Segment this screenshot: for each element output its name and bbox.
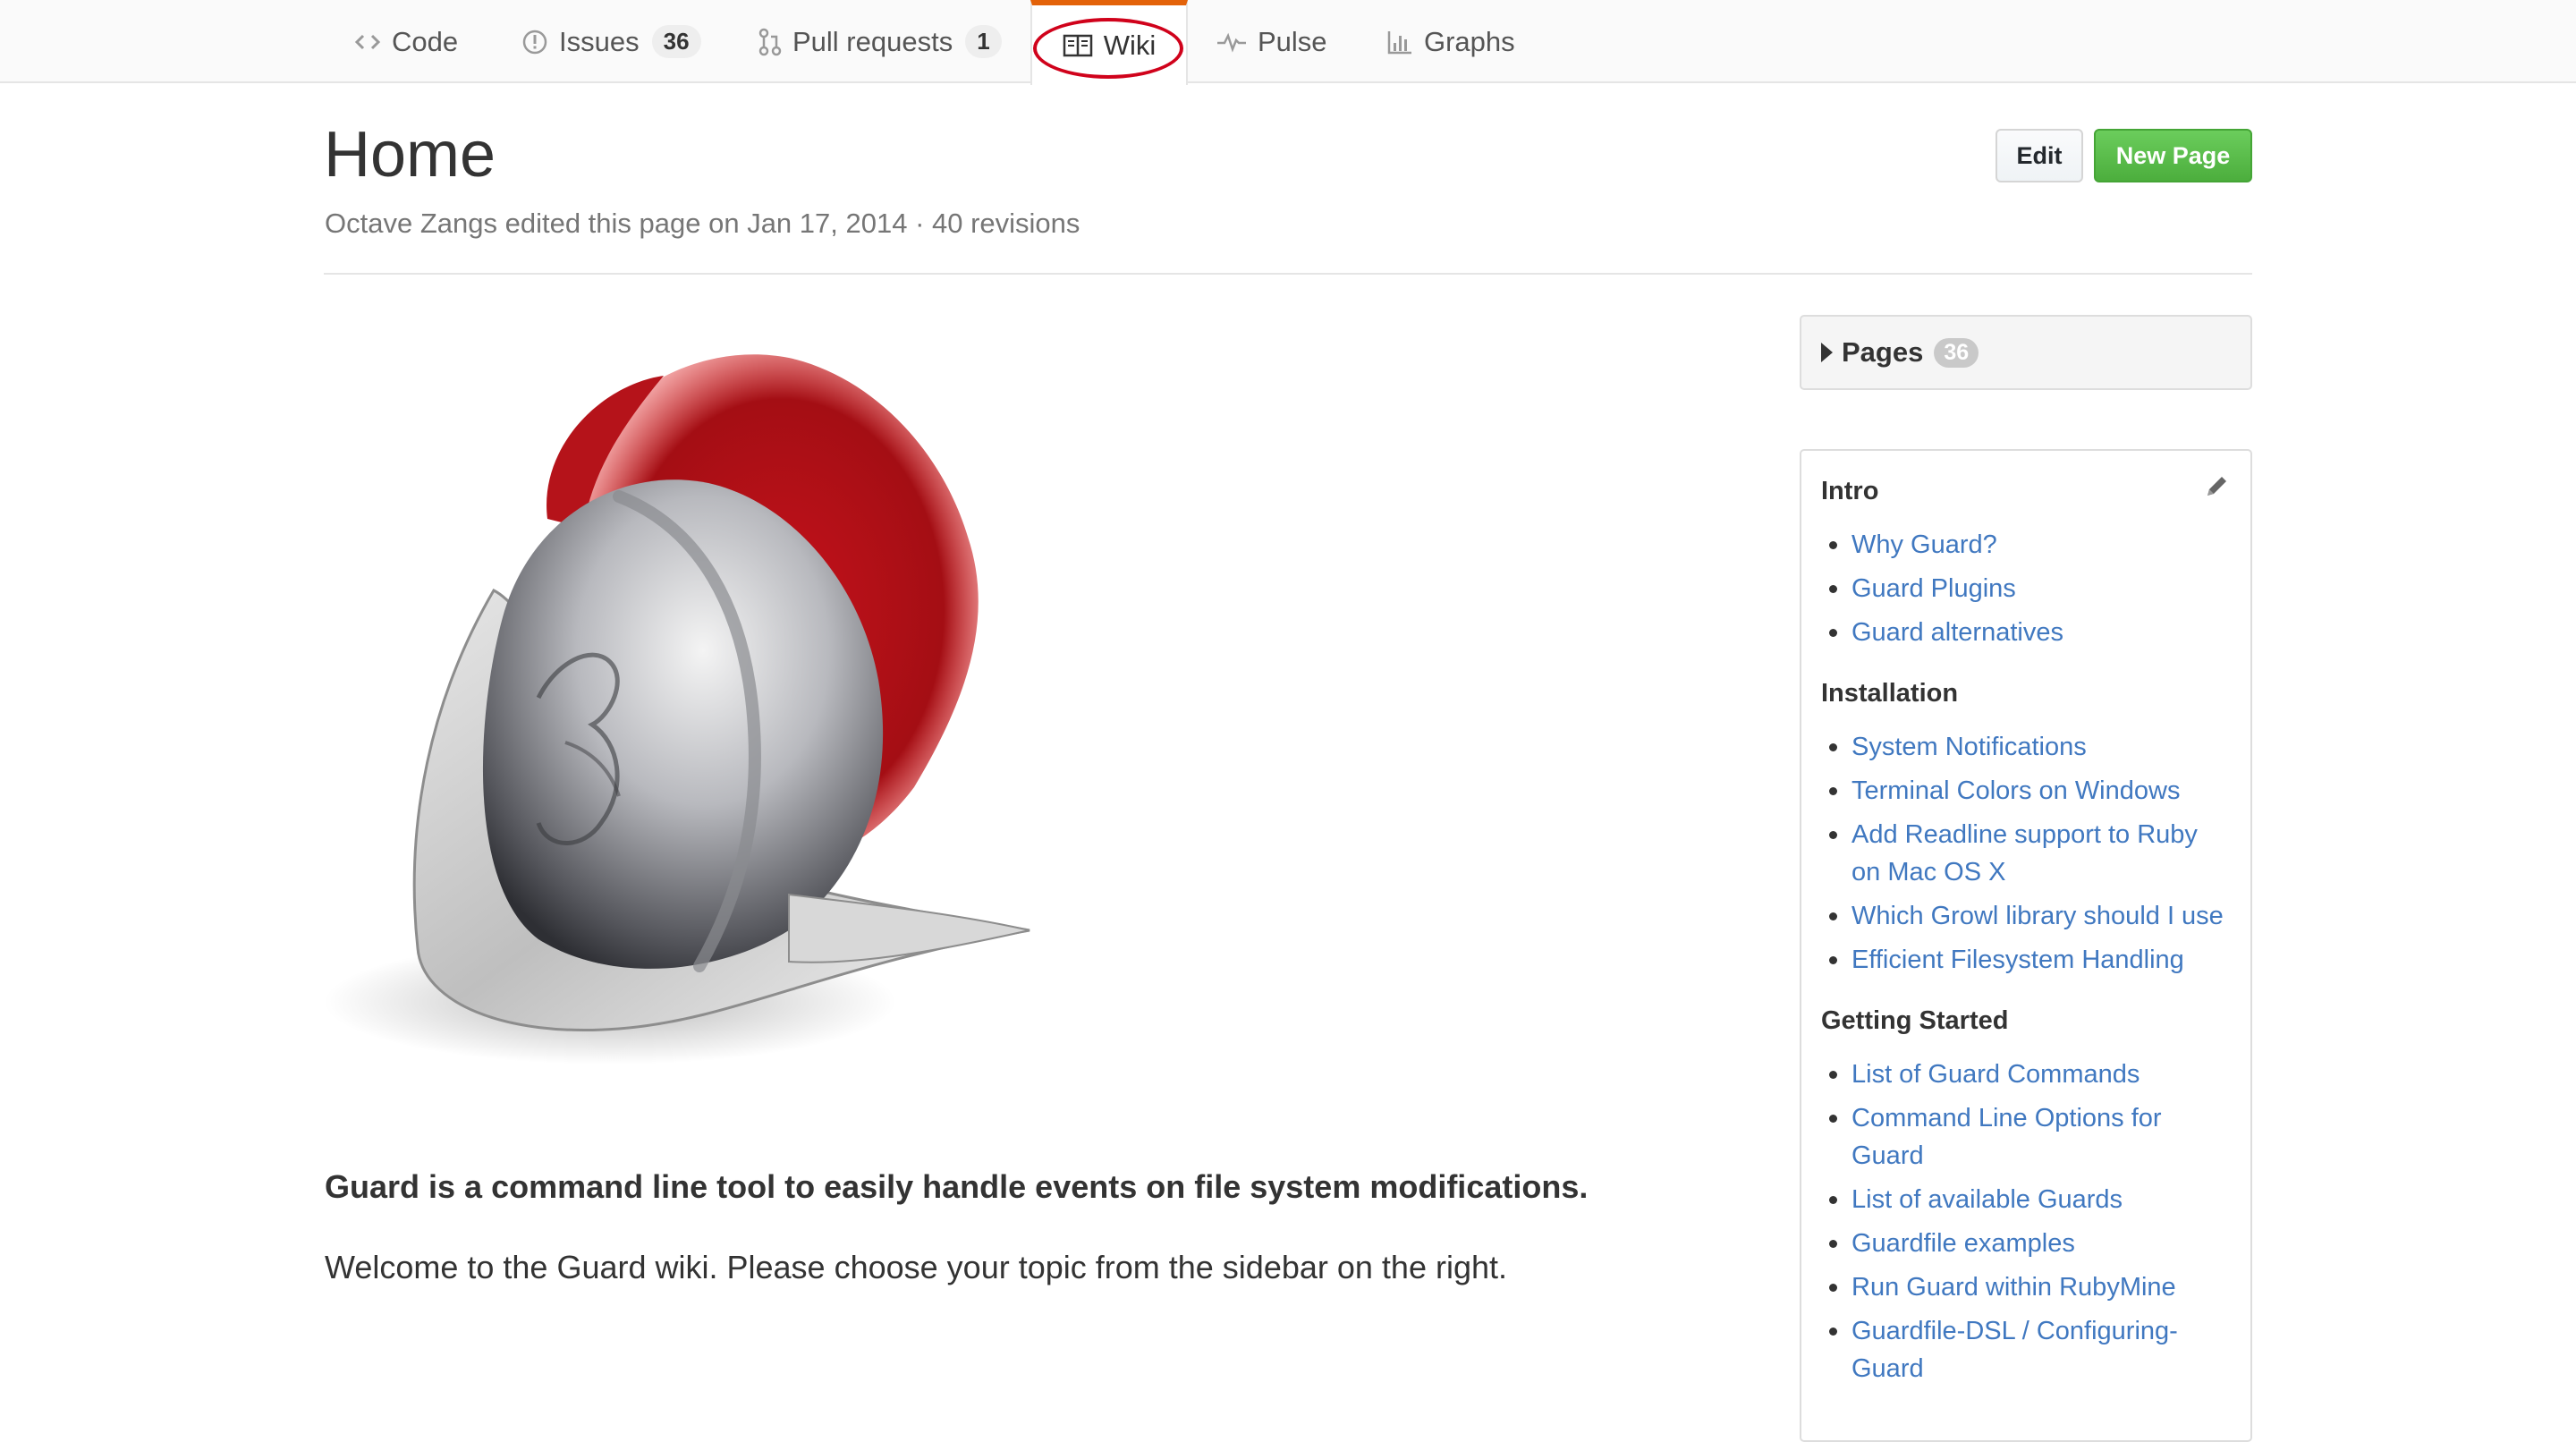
caret-right-icon <box>1821 343 1833 362</box>
tab-label: Issues <box>559 25 640 57</box>
sidebar-link[interactable]: Why Guard? <box>1829 526 2233 564</box>
book-icon <box>1063 33 1093 58</box>
new-page-button[interactable]: New Page <box>2094 129 2252 182</box>
edit-button[interactable]: Edit <box>1996 129 2083 182</box>
sidebar-section-title: Getting Started <box>1821 1006 2009 1035</box>
page-title: Home <box>324 119 496 191</box>
header-divider <box>324 273 2252 275</box>
sidebar-link[interactable]: Guard Plugins <box>1829 570 2233 607</box>
sidebar-link[interactable]: Add Readline support to Ruby on Mac OS X <box>1829 816 2233 891</box>
sidebar-link[interactable]: Guard alternatives <box>1829 614 2233 651</box>
code-icon <box>354 29 381 55</box>
pull-requests-counter: 1 <box>965 25 1002 58</box>
sidebar-link[interactable]: Run Guard within RubyMine <box>1829 1268 2233 1306</box>
issue-opened-icon <box>521 29 548 55</box>
tab-label: Wiki <box>1103 29 1157 61</box>
tab-code[interactable]: Code <box>354 0 458 83</box>
issues-counter: 36 <box>651 25 701 58</box>
tab-issues[interactable]: Issues 36 <box>521 0 701 83</box>
pages-toggle[interactable]: Pages 36 <box>1800 315 2252 390</box>
pages-label: Pages <box>1842 336 1924 368</box>
tab-label: Pulse <box>1258 25 1327 57</box>
pages-counter: 36 <box>1934 337 1979 368</box>
repo-nav: Code Issues 36 Pull requests 1 Wiki Puls… <box>0 0 2576 85</box>
page-meta: Octave Zangs edited this page on Jan 17,… <box>325 208 1080 239</box>
tab-label: Pull requests <box>792 25 953 57</box>
tab-pull-requests[interactable]: Pull requests 1 <box>758 0 1002 83</box>
wiki-sidebar: Intro Why Guard? Guard Plugins Guard alt… <box>1800 449 2252 1442</box>
sidebar-section-title: Intro <box>1821 477 1879 505</box>
pulse-icon <box>1216 30 1247 54</box>
tab-label: Code <box>392 25 459 57</box>
tab-graphs[interactable]: Graphs <box>1386 0 1515 83</box>
sidebar-link[interactable]: Guardfile-DSL / Configuring-Guard <box>1829 1312 2233 1387</box>
graph-icon <box>1386 29 1413 55</box>
sidebar-link[interactable]: List of available Guards <box>1829 1181 2233 1218</box>
sidebar-link[interactable]: Efficient Filesystem Handling <box>1829 941 2233 979</box>
sidebar-link[interactable]: System Notifications <box>1829 728 2233 766</box>
sidebar-link[interactable]: Guardfile examples <box>1829 1225 2233 1262</box>
git-pull-request-icon <box>758 28 782 56</box>
sidebar-link[interactable]: Which Growl library should I use <box>1829 897 2233 935</box>
sidebar-link[interactable]: List of Guard Commands <box>1829 1056 2233 1093</box>
guard-logo <box>324 354 1030 1065</box>
tab-label: Graphs <box>1424 25 1515 57</box>
sidebar-link[interactable]: Terminal Colors on Windows <box>1829 772 2233 810</box>
sidebar-link-list: System Notifications Terminal Colors on … <box>1821 728 2233 979</box>
sidebar-section-title: Installation <box>1821 679 1959 708</box>
tab-pulse[interactable]: Pulse <box>1216 0 1327 83</box>
wiki-lead: Guard is a command line tool to easily h… <box>325 1168 1589 1205</box>
tab-wiki[interactable]: Wiki <box>1030 0 1188 85</box>
sidebar-link-list: Why Guard? Guard Plugins Guard alternati… <box>1821 526 2233 651</box>
wiki-welcome: Welcome to the Guard wiki. Please choose… <box>325 1249 1507 1285</box>
sidebar-link[interactable]: Command Line Options for Guard <box>1829 1099 2233 1175</box>
sidebar-link-list: List of Guard Commands Command Line Opti… <box>1821 1056 2233 1387</box>
pencil-icon[interactable] <box>2204 472 2231 504</box>
